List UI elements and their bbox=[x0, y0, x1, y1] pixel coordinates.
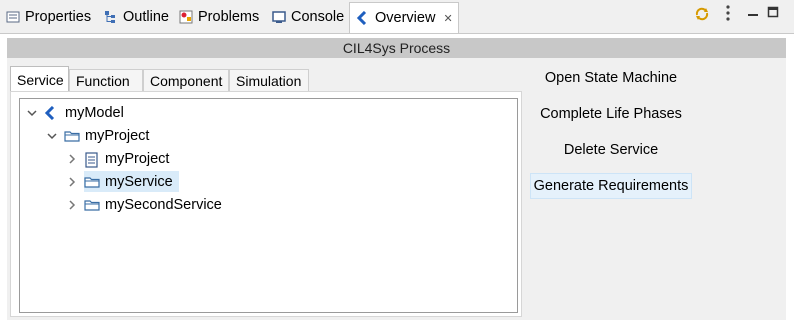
generate-requirements-button[interactable]: Generate Requirements bbox=[530, 173, 692, 199]
overview-view: CIL4Sys Process Service Function Compone… bbox=[0, 33, 794, 328]
process-panel: CIL4Sys Process Service Function Compone… bbox=[7, 38, 786, 320]
tree-item-label: mySecondService bbox=[105, 196, 222, 213]
chevron-down-icon[interactable] bbox=[26, 107, 38, 119]
folder-icon bbox=[84, 175, 100, 189]
model-icon bbox=[44, 105, 60, 120]
tab-label: Overview bbox=[375, 10, 436, 26]
tree-item-label: myService bbox=[105, 173, 173, 190]
process-title: CIL4Sys Process bbox=[7, 38, 786, 58]
tab-component[interactable]: Component bbox=[143, 69, 229, 91]
tab-label: Console bbox=[291, 8, 345, 25]
document-icon bbox=[84, 151, 100, 168]
tab-overview[interactable]: Overview ✕ bbox=[349, 2, 459, 33]
folder-icon bbox=[64, 129, 80, 143]
tab-properties[interactable]: Properties bbox=[0, 4, 97, 29]
tree-item-label: myModel bbox=[65, 104, 124, 121]
selected-item-highlight: myService bbox=[84, 171, 179, 192]
tab-outline[interactable]: Outline bbox=[98, 4, 175, 29]
sync-icon[interactable] bbox=[694, 6, 710, 25]
open-state-machine-button[interactable]: Open State Machine bbox=[530, 65, 692, 91]
properties-icon bbox=[6, 10, 20, 24]
tree-item-mysecondservice[interactable]: mySecondService bbox=[66, 194, 222, 215]
tree-item-myproject-document[interactable]: myProject bbox=[66, 148, 169, 169]
tree-item-mymodel[interactable]: myModel bbox=[26, 102, 124, 123]
tree-item-label: myProject bbox=[85, 127, 150, 144]
service-tab-content: myModel myProject myProject myService my… bbox=[10, 91, 522, 317]
view-tab-bar: Properties Outline Problems Console Over… bbox=[0, 0, 794, 33]
problems-icon bbox=[179, 10, 193, 24]
tab-label: Problems bbox=[198, 8, 260, 25]
close-icon[interactable]: ✕ bbox=[443, 12, 452, 25]
overview-icon bbox=[356, 10, 370, 26]
folder-icon bbox=[84, 198, 100, 212]
tab-service[interactable]: Service bbox=[10, 66, 69, 92]
tab-console[interactable]: Console bbox=[266, 4, 350, 29]
tab-problems[interactable]: Problems bbox=[173, 4, 265, 29]
tree-item-label: myProject bbox=[105, 150, 170, 167]
tab-function[interactable]: Function bbox=[69, 69, 143, 91]
chevron-right-icon[interactable] bbox=[66, 176, 78, 188]
console-icon bbox=[272, 10, 286, 24]
minimize-icon[interactable] bbox=[747, 6, 759, 21]
delete-service-button[interactable]: Delete Service bbox=[530, 137, 692, 163]
outline-icon bbox=[104, 10, 118, 24]
maximize-icon[interactable] bbox=[767, 6, 779, 21]
complete-life-phases-button[interactable]: Complete Life Phases bbox=[530, 101, 692, 127]
tree-item-myproject-folder[interactable]: myProject bbox=[46, 125, 149, 146]
chevron-right-icon[interactable] bbox=[66, 153, 78, 165]
view-menu-icon[interactable] bbox=[725, 4, 731, 25]
tab-label: Outline bbox=[123, 8, 169, 25]
model-tree[interactable]: myModel myProject myProject myService my… bbox=[19, 98, 518, 313]
tree-item-myservice[interactable]: myService bbox=[66, 171, 179, 192]
tab-label: Properties bbox=[25, 8, 92, 25]
chevron-right-icon[interactable] bbox=[66, 199, 78, 211]
tab-simulation[interactable]: Simulation bbox=[229, 69, 309, 91]
chevron-down-icon[interactable] bbox=[46, 130, 58, 142]
